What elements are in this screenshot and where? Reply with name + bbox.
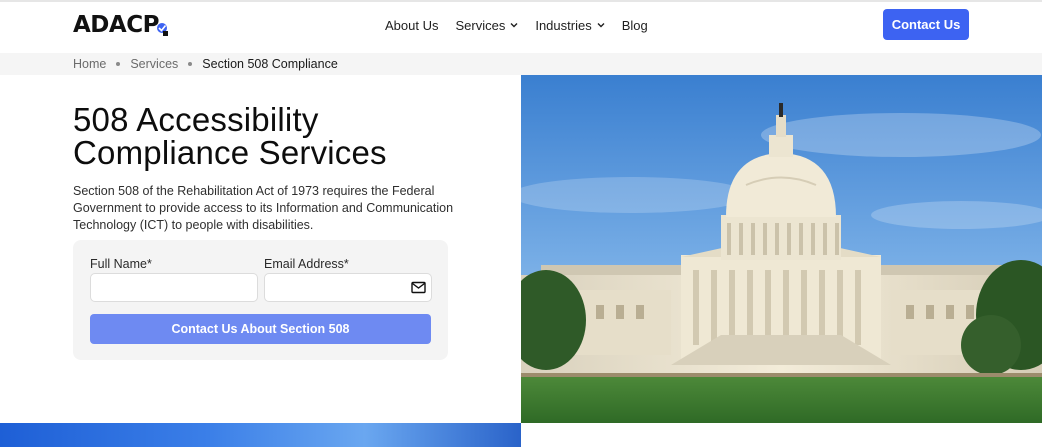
full-name-label: Full Name*	[90, 257, 152, 271]
nav-blog-label: Blog	[621, 17, 648, 33]
page-title-line1: 508 Accessibility	[73, 101, 319, 138]
nav-about-us-label: About Us	[385, 17, 439, 33]
main-nav: About Us Services Industries Blog	[385, 15, 665, 35]
email-field[interactable]	[264, 273, 432, 302]
breadcrumb-current: Section 508 Compliance	[202, 57, 338, 71]
breadcrumb-bar: Home Services Section 508 Compliance	[0, 53, 1042, 75]
site-header: ADACP About Us Services Industries Blog …	[0, 2, 1042, 53]
chevron-down-icon	[597, 23, 605, 28]
logo[interactable]: ADACP	[73, 10, 169, 40]
breadcrumb-separator	[188, 62, 193, 66]
capitol-building-image	[521, 75, 1042, 423]
nav-about-us[interactable]: About Us	[385, 18, 438, 33]
contact-section-508-button[interactable]: Contact Us About Section 508	[90, 314, 431, 344]
breadcrumb-services[interactable]: Services	[130, 57, 178, 71]
contact-form: Full Name* Email Address* Contact Us Abo…	[73, 240, 448, 360]
envelope-icon	[411, 281, 426, 294]
hero-description: Section 508 of the Rehabilitation Act of…	[73, 184, 454, 232]
page-title: 508 Accessibility Compliance Services	[73, 103, 493, 169]
capitol-illustration	[521, 75, 1042, 423]
breadcrumb: Home Services Section 508 Compliance	[73, 57, 338, 71]
bottom-banner	[0, 423, 521, 447]
nav-industries[interactable]: Industries	[535, 17, 605, 33]
breadcrumb-separator	[116, 62, 121, 66]
nav-industries-label: Industries	[535, 17, 592, 33]
email-label: Email Address*	[264, 257, 349, 271]
nav-services-label: Services	[455, 17, 506, 33]
contact-us-button[interactable]: Contact Us	[883, 9, 969, 40]
full-name-input[interactable]	[90, 273, 258, 302]
logo-badge-icon	[156, 23, 168, 36]
nav-blog[interactable]: Blog	[622, 18, 648, 33]
chevron-down-icon	[510, 23, 518, 28]
page-title-line2: Compliance Services	[73, 134, 387, 171]
logo-text: ADACP	[73, 12, 159, 38]
nav-services[interactable]: Services	[455, 18, 518, 33]
breadcrumb-home[interactable]: Home	[73, 57, 106, 71]
